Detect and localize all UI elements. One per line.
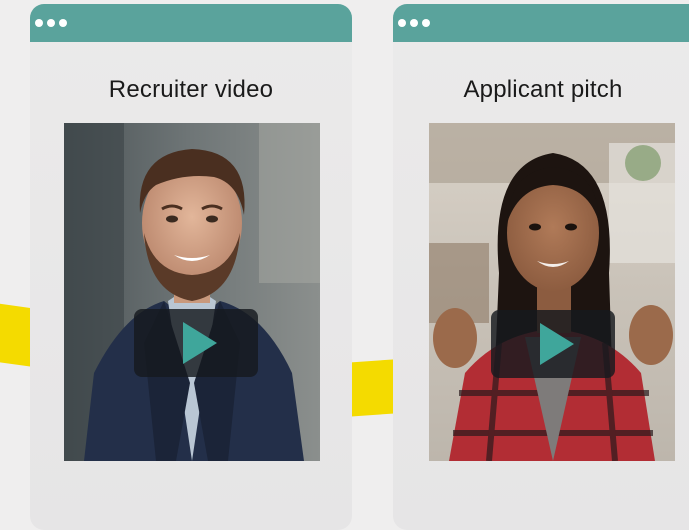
window-dot-icon [35,19,43,27]
window-dot-icon [410,19,418,27]
window-dot-icon [422,19,430,27]
window-dot-icon [59,19,67,27]
play-icon [540,323,574,365]
play-button[interactable] [491,310,615,378]
recruiter-photo [64,123,320,461]
window-dot-icon [398,19,406,27]
applicant-pitch-card: Applicant pitch [393,4,689,530]
play-icon [183,322,217,364]
recruiter-video-card: Recruiter video [30,4,352,530]
card-title: Applicant pitch [463,76,623,103]
window-titlebar [30,4,352,42]
applicant-photo [429,123,675,461]
play-button[interactable] [134,309,258,377]
window-dot-icon [47,19,55,27]
recruiter-video-thumbnail[interactable] [64,123,320,461]
applicant-video-thumbnail[interactable] [429,123,675,461]
card-title: Recruiter video [108,76,274,103]
window-titlebar [393,4,689,42]
